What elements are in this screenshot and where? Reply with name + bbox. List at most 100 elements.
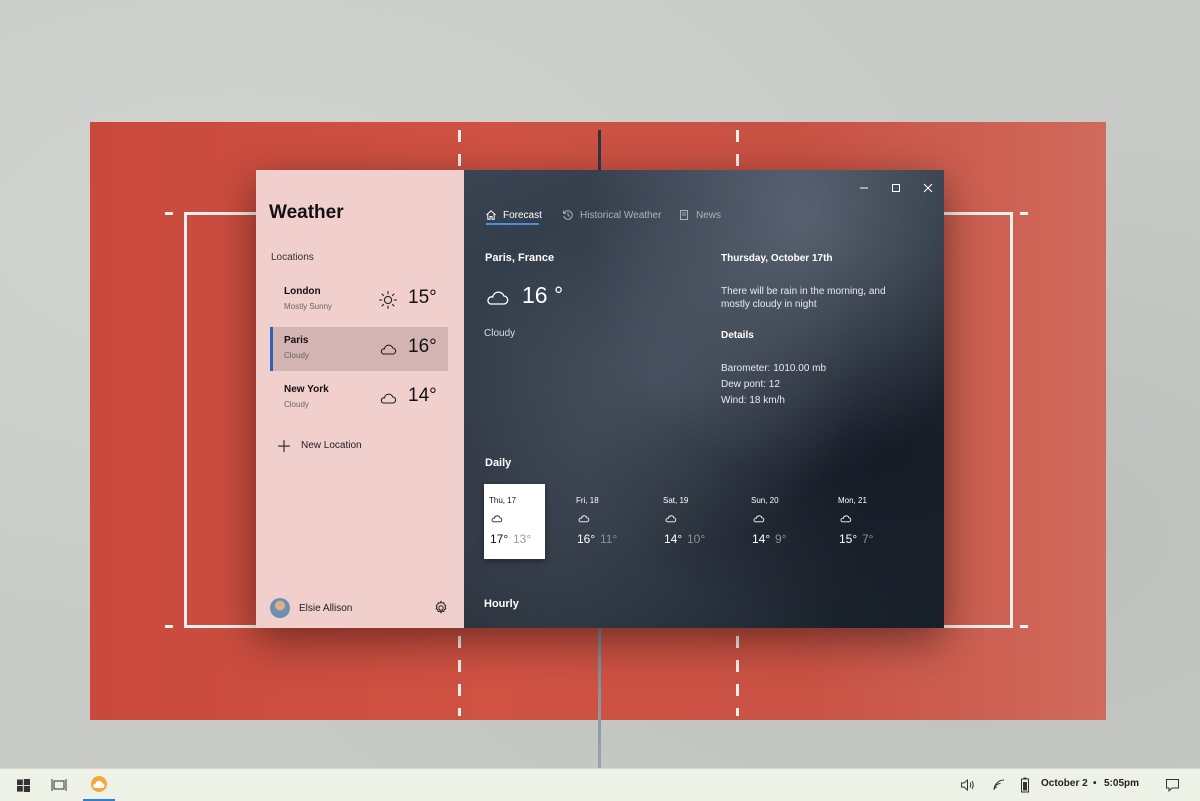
taskbar: October 2 • 5:05pm — [0, 768, 1200, 801]
windows-logo-icon — [16, 778, 30, 792]
barometer-value: Barometer: 1010.00 mb — [721, 363, 827, 374]
daily-card[interactable]: Thu, 17 17° 13° — [484, 484, 545, 559]
day-label: Fri, 18 — [576, 496, 599, 505]
location-temp: 16° — [408, 336, 437, 357]
day-low-temp: 11° — [600, 532, 618, 546]
tab-label: Historical Weather — [580, 209, 662, 221]
day-high-temp: 15° — [839, 532, 858, 546]
app-title: Weather — [269, 202, 344, 223]
day-high-temp: 17° — [490, 532, 509, 546]
cloud-icon — [380, 393, 397, 404]
day-high-temp: 14° — [752, 532, 771, 546]
daily-card[interactable]: Fri, 18 16° 11° — [571, 484, 632, 559]
weather-app-window: Weather Locations London Mostly Sunny 15… — [256, 170, 944, 628]
court-dash — [458, 130, 461, 170]
location-name: London — [284, 286, 321, 297]
location-temp: 15° — [408, 287, 437, 308]
forecast-date: Thursday, October 17th — [721, 253, 833, 264]
news-icon — [680, 210, 688, 220]
taskbar-date[interactable]: October 2 — [1041, 778, 1088, 789]
plus-icon: ＋ — [276, 439, 293, 456]
location-condition: Mostly Sunny — [284, 302, 333, 311]
user-name: Elsie Allison — [299, 602, 353, 614]
dew-point-value: Dew pont: 12 — [721, 379, 780, 390]
active-tab-indicator — [486, 223, 539, 225]
current-temp: 16 ° — [522, 282, 564, 308]
court-line — [1020, 212, 1028, 215]
close-button[interactable] — [914, 176, 942, 200]
day-label: Thu, 17 — [489, 496, 517, 505]
task-view-icon — [51, 779, 67, 791]
cloud-icon — [665, 515, 677, 523]
tab-news[interactable]: News — [678, 204, 721, 226]
tab-historical-weather[interactable]: Historical Weather — [562, 204, 662, 226]
cloud-icon — [840, 515, 852, 523]
day-label: Sat, 19 — [663, 496, 689, 505]
new-location-button[interactable]: ＋ New Location — [276, 435, 362, 456]
court-line — [165, 625, 173, 628]
history-icon — [563, 210, 573, 220]
court-dash — [458, 636, 461, 716]
wifi-icon — [993, 779, 1005, 791]
tab-label: Forecast — [503, 209, 542, 221]
task-view-button[interactable] — [44, 769, 74, 801]
daily-card[interactable]: Sun, 20 14° 9° — [746, 484, 807, 559]
location-name: New York — [284, 384, 329, 395]
volume-icon — [961, 778, 974, 792]
day-high-temp: 14° — [664, 532, 683, 546]
sidebar: Weather Locations London Mostly Sunny 15… — [256, 170, 464, 628]
cloud-icon — [380, 344, 397, 355]
location-item-new-york[interactable]: New York Cloudy 14° — [270, 376, 448, 420]
taskbar-weather-app[interactable] — [83, 769, 115, 801]
court-line — [184, 625, 260, 628]
court-line — [944, 212, 1012, 215]
maximize-button[interactable] — [882, 176, 910, 200]
daily-card[interactable]: Mon, 21 15° 7° — [833, 484, 894, 559]
avatar — [270, 598, 290, 618]
notification-icon — [1165, 779, 1179, 792]
court-line — [944, 625, 1012, 628]
court-dash — [736, 130, 739, 170]
weather-app-icon — [91, 776, 107, 792]
day-low-temp: 9° — [775, 532, 787, 546]
wind-value: Wind: 18 km/h — [721, 395, 785, 406]
cloud-icon — [578, 515, 590, 523]
gear-icon[interactable] — [433, 600, 449, 616]
battery-button[interactable] — [1014, 769, 1036, 801]
cloud-icon — [491, 515, 503, 523]
user-profile[interactable]: Elsie Allison — [270, 598, 352, 618]
maximize-icon — [892, 184, 900, 192]
location-name: Paris — [284, 335, 309, 346]
court-line — [1010, 212, 1013, 628]
location-item-paris[interactable]: Paris Cloudy 16° — [270, 327, 448, 371]
day-low-temp: 7° — [862, 532, 874, 546]
court-dash — [736, 636, 739, 716]
cloud-icon — [487, 291, 509, 305]
court-line — [184, 212, 260, 215]
day-label: Mon, 21 — [838, 496, 867, 505]
action-center-button[interactable] — [1158, 769, 1186, 801]
court-line — [165, 212, 173, 215]
network-button[interactable] — [987, 769, 1011, 801]
sun-icon — [378, 290, 398, 310]
location-temp: 14° — [408, 385, 437, 406]
location-item-london[interactable]: London Mostly Sunny 15° — [270, 278, 448, 322]
minimize-button[interactable] — [850, 176, 878, 200]
forecast-pane: Forecast Historical Weather News Paris, … — [464, 170, 944, 628]
start-button[interactable] — [8, 769, 38, 801]
new-location-label: New Location — [301, 439, 362, 451]
volume-button[interactable] — [956, 769, 980, 801]
forecast-description: There will be rain in the morning, and m… — [721, 286, 886, 310]
day-low-temp: 13° — [513, 532, 532, 546]
current-city: Paris, France — [485, 252, 555, 264]
daily-card[interactable]: Sat, 19 14° 10° — [658, 484, 719, 559]
current-condition: Cloudy — [484, 328, 516, 339]
location-condition: Cloudy — [284, 351, 309, 360]
hourly-heading: Hourly — [484, 598, 519, 610]
location-condition: Cloudy — [284, 400, 309, 409]
daily-heading: Daily — [485, 457, 512, 469]
court-line — [184, 212, 187, 628]
battery-icon — [1021, 777, 1029, 793]
taskbar-time[interactable]: 5:05pm — [1104, 778, 1139, 789]
home-icon — [486, 210, 496, 220]
